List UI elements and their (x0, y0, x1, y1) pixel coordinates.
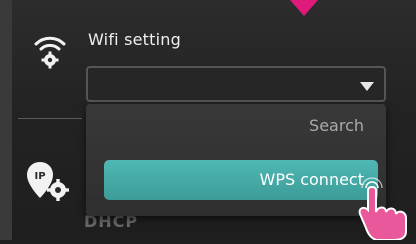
menu-item-wps-connect-label: WPS connect (259, 170, 365, 189)
wifi-gear-icon (30, 30, 70, 70)
caret-down-icon[interactable] (360, 82, 374, 91)
ip-location-gear-icon: IP (24, 158, 72, 206)
svg-text:IP: IP (34, 171, 45, 182)
wifi-setting-label: Wifi setting (88, 30, 181, 49)
settings-screen: Wifi setting IP DHCP Search WPS connect (0, 0, 416, 241)
menu-item-search[interactable]: Search (309, 116, 364, 135)
down-arrow-indicator-icon (290, 0, 318, 16)
dropdown-menu: Search WPS connect (86, 104, 386, 216)
network-dropdown[interactable] (86, 66, 386, 102)
section-divider (18, 118, 82, 119)
left-edge-strip (0, 0, 12, 240)
tapping-hand-icon (352, 160, 416, 241)
menu-item-wps-connect[interactable]: WPS connect (104, 160, 378, 200)
